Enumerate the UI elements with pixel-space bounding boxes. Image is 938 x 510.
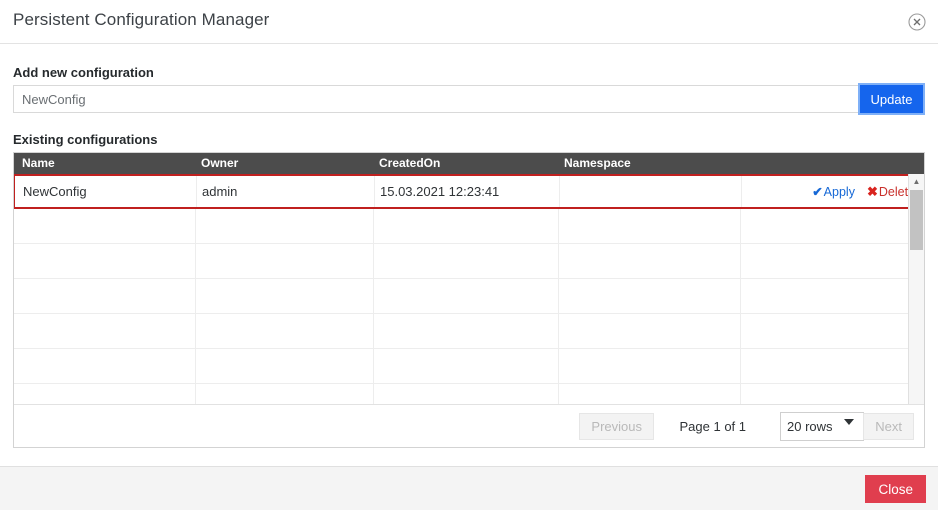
new-configuration-input[interactable] — [13, 85, 860, 113]
column-divider — [558, 209, 559, 243]
column-divider — [373, 209, 374, 243]
x-icon: ✖ — [866, 184, 878, 199]
existing-configurations-label: Existing configurations — [13, 132, 158, 147]
previous-page-button[interactable]: Previous — [579, 413, 654, 440]
cell-createdon: 15.03.2021 12:23:41 — [380, 184, 500, 199]
apply-label: Apply — [823, 185, 855, 199]
column-header-namespace[interactable]: Namespace — [564, 156, 631, 170]
column-divider — [196, 176, 197, 207]
column-header-name[interactable]: Name — [22, 156, 55, 170]
column-divider — [373, 244, 374, 278]
check-icon: ✔ — [812, 185, 823, 199]
table-row-empty[interactable] — [14, 209, 924, 244]
column-header-createdon[interactable]: CreatedOn — [379, 156, 440, 170]
table-body: NewConfig admin 15.03.2021 12:23:41 ✔App… — [14, 174, 924, 426]
table-row[interactable]: NewConfig admin 15.03.2021 12:23:41 ✔App… — [14, 174, 924, 209]
add-configuration-label: Add new configuration — [13, 65, 154, 80]
configurations-table: Name Owner CreatedOn Namespace NewConfig… — [13, 152, 925, 448]
column-divider — [195, 314, 196, 348]
persistent-configuration-manager-dialog: Persistent Configuration Manager Add new… — [0, 0, 938, 510]
column-divider — [558, 314, 559, 348]
pagination-bar: Previous Page 1 of 1 20 rows Next — [14, 404, 924, 447]
dialog-footer: Close — [0, 466, 938, 510]
page-title: Persistent Configuration Manager — [13, 10, 270, 29]
next-page-button[interactable]: Next — [863, 413, 914, 440]
close-icon[interactable] — [908, 13, 926, 31]
column-divider — [558, 279, 559, 313]
cell-name: NewConfig — [23, 184, 87, 199]
column-divider — [373, 314, 374, 348]
triangle-up-icon[interactable]: ▲ — [909, 174, 924, 189]
column-divider — [740, 349, 741, 383]
column-divider — [374, 176, 375, 207]
table-row-empty[interactable] — [14, 244, 924, 279]
update-button[interactable]: Update — [858, 83, 925, 115]
column-divider — [741, 176, 742, 207]
table-row-empty[interactable] — [14, 279, 924, 314]
dialog-header: Persistent Configuration Manager — [0, 0, 938, 44]
page-indicator: Page 1 of 1 — [679, 419, 747, 434]
column-divider — [740, 314, 741, 348]
column-divider — [740, 244, 741, 278]
column-divider — [740, 279, 741, 313]
column-divider — [740, 209, 741, 243]
column-divider — [559, 176, 560, 207]
close-button[interactable]: Close — [865, 475, 926, 503]
table-row-empty[interactable] — [14, 349, 924, 384]
column-divider — [195, 279, 196, 313]
column-divider — [558, 349, 559, 383]
table-row-empty[interactable] — [14, 314, 924, 349]
scrollbar-thumb[interactable] — [910, 190, 923, 250]
add-configuration-row: Update — [13, 83, 925, 115]
column-divider — [195, 209, 196, 243]
table-header-row: Name Owner CreatedOn Namespace — [14, 153, 924, 174]
table-scrollbar[interactable]: ▲ ▼ — [908, 174, 924, 426]
row-actions: ✔Apply ✖Delete — [812, 184, 915, 200]
column-divider — [558, 244, 559, 278]
column-divider — [373, 279, 374, 313]
rows-per-page-select[interactable]: 20 rows — [780, 412, 864, 441]
cell-owner: admin — [202, 184, 238, 199]
apply-button[interactable]: ✔Apply — [812, 185, 855, 199]
column-divider — [373, 349, 374, 383]
column-header-owner[interactable]: Owner — [201, 156, 238, 170]
column-divider — [195, 349, 196, 383]
dialog-body: Add new configuration Update Existing co… — [0, 45, 938, 465]
column-divider — [195, 244, 196, 278]
